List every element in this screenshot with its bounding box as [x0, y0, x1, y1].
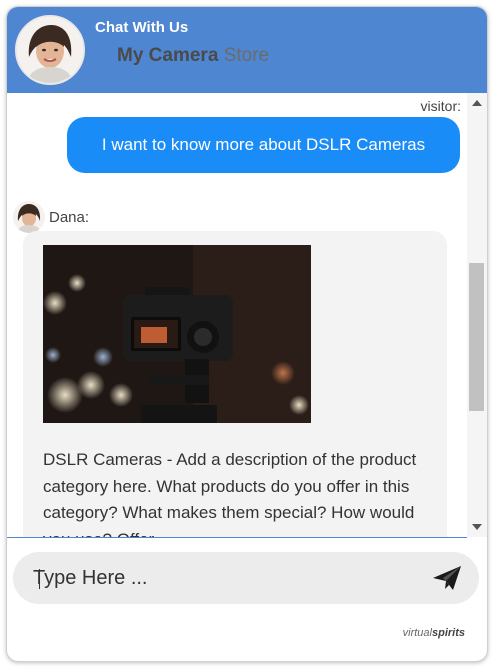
branding-light: virtual: [402, 627, 432, 639]
chat-header: Chat With Us My Camera Store: [7, 7, 487, 93]
message-list[interactable]: visitor: I want to know more about DSLR …: [7, 93, 467, 537]
agent-sender-row: Dana:: [13, 201, 89, 233]
scroll-down-icon[interactable]: [472, 524, 482, 530]
branding-bold: spirits: [431, 627, 465, 639]
agent-message-bubble: DSLR Cameras - Add a description of the …: [23, 231, 447, 537]
scroll-up-icon[interactable]: [472, 100, 482, 106]
scrollbar[interactable]: [467, 93, 487, 537]
visitor-message-text: I want to know more about DSLR Cameras: [101, 135, 426, 154]
composer-divider: [7, 537, 467, 538]
branding-logo[interactable]: virtualspirits: [403, 627, 465, 639]
agent-message-text: DSLR Cameras - Add a description of the …: [43, 450, 417, 537]
message-composer: [13, 552, 479, 604]
agent-avatar: [15, 15, 85, 85]
agent-name: Dana:: [49, 208, 90, 226]
store-name-light: Store: [223, 45, 270, 66]
agent-avatar-small: [13, 201, 45, 233]
store-name: My Camera Store: [117, 45, 269, 67]
message-input[interactable]: [33, 562, 413, 594]
paper-plane-icon: [433, 566, 461, 590]
scrollbar-thumb[interactable]: [469, 263, 484, 411]
visitor-message-bubble: I want to know more about DSLR Cameras: [67, 117, 460, 173]
visitor-label: visitor:: [420, 98, 461, 114]
store-name-bold: My Camera: [117, 45, 219, 66]
chat-widget: Chat With Us My Camera Store visitor: I …: [6, 6, 488, 662]
dslr-camera-image: [43, 245, 311, 423]
header-title: Chat With Us: [95, 19, 189, 36]
send-button[interactable]: [431, 564, 463, 592]
